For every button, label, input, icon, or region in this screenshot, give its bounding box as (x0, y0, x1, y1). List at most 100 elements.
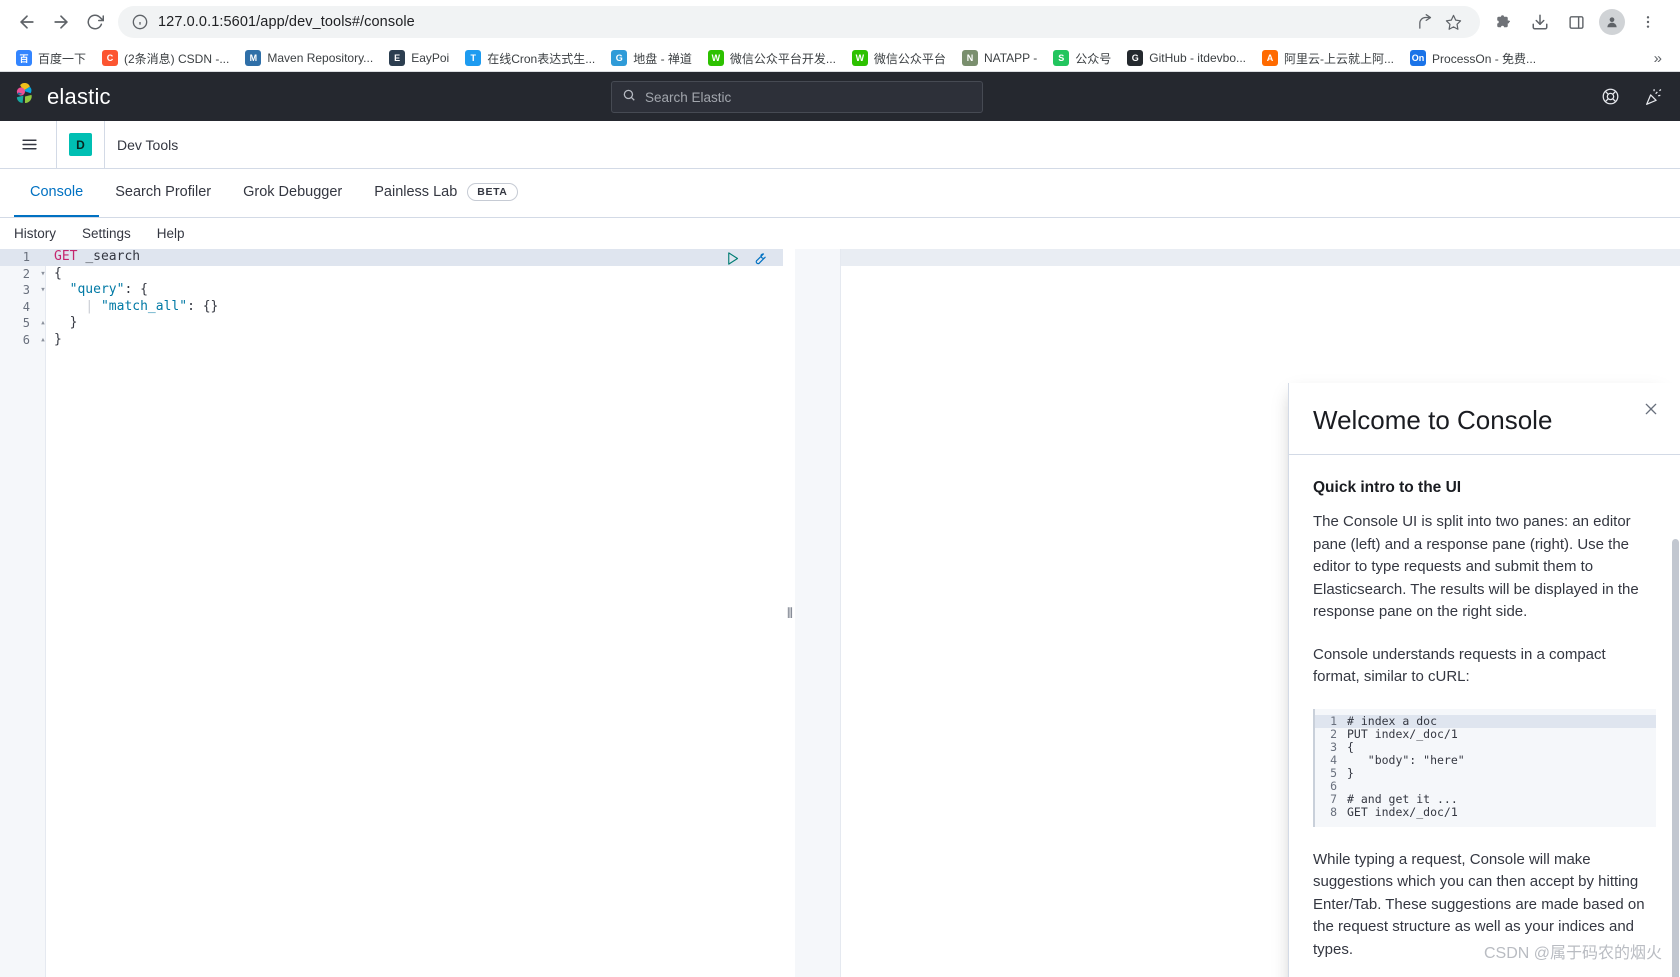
flyout-code-line-text: "body": "here" (1347, 752, 1465, 767)
bookmark-item[interactable]: T 在线Cron表达式生... (457, 47, 603, 70)
bookmark-item[interactable]: N NATAPP - (954, 47, 1045, 69)
bookmark-favicon-icon: On (1410, 50, 1427, 66)
flyout-code-line: 6 (1315, 779, 1656, 793)
flyout-code-line: 2 PUT index/_doc/1 (1315, 727, 1656, 741)
bookmark-favicon-icon: C (102, 50, 119, 66)
flyout-code-line: 3{ (1315, 739, 1656, 754)
tab-grok-debugger[interactable]: Grok Debugger (227, 169, 358, 217)
flyout-code-line-text: { (1347, 739, 1354, 754)
devtools-tabs: Console Search Profiler Grok Debugger Painl… (0, 169, 1680, 218)
announcements-megaphone-icon[interactable] (1644, 87, 1664, 107)
browser-toolbar-actions (1488, 6, 1670, 38)
elastic-logo-icon (12, 81, 38, 112)
tab-label: Grok Debugger (243, 184, 343, 200)
editor-line[interactable]: 1 GET _search (0, 249, 783, 266)
flyout-code-line-number: 7 (1330, 791, 1337, 806)
bookmarks-overflow-button[interactable]: » (1644, 50, 1672, 67)
flyout-code-line: 8 GET index/_doc/1 (1315, 805, 1656, 819)
bookmark-item[interactable]: E EayPoi (381, 47, 457, 69)
request-editor-pane[interactable]: 1 GET _search 2 ▾ {3 ▾ "query": { 4 | "match_a… (0, 249, 783, 977)
console-area: History Settings Help 1 GET _search 2 ▾ {3 ▾ "q… (0, 218, 1680, 977)
editor-line[interactable]: 3 ▾ "query": { (0, 282, 783, 299)
request-editor-code[interactable]: 1 GET _search 2 ▾ {3 ▾ "query": { 4 | "match_a… (0, 249, 783, 348)
app-badge-devtools: D (69, 133, 92, 156)
console-menu-settings[interactable]: Settings (82, 226, 131, 241)
resizer-grip-icon: ⦀ (786, 604, 793, 621)
wrench-options-icon[interactable] (752, 251, 767, 271)
sidepanel-icon[interactable] (1560, 6, 1592, 38)
bookmark-item[interactable]: On ProcessOn - 免费... (1402, 47, 1544, 70)
browser-chrome: 127.0.0.1:5601/app/dev_tools#/console 百 … (0, 0, 1680, 72)
console-menu-help[interactable]: Help (157, 226, 185, 241)
editor-line-text: } (54, 315, 78, 330)
profile-avatar-icon[interactable] (1596, 6, 1628, 38)
editor-line[interactable]: 5 ▴ } (0, 315, 783, 332)
console-menu-history[interactable]: History (14, 226, 56, 241)
downloads-icon[interactable] (1524, 6, 1556, 38)
flyout-code-line-number: 3 (1330, 739, 1337, 754)
editor-fold-toggle[interactable]: ▾ (38, 266, 48, 283)
forward-icon[interactable] (44, 5, 78, 39)
editor-fold-toggle[interactable]: ▴ (38, 332, 48, 349)
bookmark-label: NATAPP - (983, 51, 1038, 65)
search-input[interactable] (645, 89, 972, 105)
bookmark-item[interactable]: G 地盘 - 禅道 (603, 47, 700, 70)
bookmark-item[interactable]: W 微信公众平台开发... (700, 47, 844, 70)
flyout-code-line: 4 "body": "here" (1315, 752, 1656, 767)
extensions-puzzle-icon[interactable] (1488, 6, 1520, 38)
editor-line[interactable]: 2 ▾ { (0, 266, 783, 283)
page-title[interactable]: Dev Tools (117, 137, 178, 153)
bookmark-star-icon[interactable] (1440, 9, 1466, 35)
editor-line[interactable]: 6 ▴} (0, 332, 783, 349)
pane-resizer[interactable]: ⦀ (783, 249, 795, 977)
bookmark-item[interactable]: 百百度一下 (8, 47, 94, 70)
elastic-logo-link[interactable]: elastic (0, 81, 111, 112)
chrome-menu-icon[interactable] (1632, 6, 1664, 38)
bookmark-label: ProcessOn - 免费... (1432, 51, 1537, 66)
search-icon (622, 88, 636, 107)
flyout-code-line: 5} (1315, 766, 1656, 780)
editor-fold-toggle[interactable]: ▴ (38, 315, 48, 332)
help-lifering-icon[interactable] (1601, 87, 1620, 106)
tab-console[interactable]: Console (14, 169, 100, 217)
editor-line-text: "query": { (69, 282, 148, 297)
global-search-bar[interactable] (611, 81, 983, 113)
bookmark-favicon-icon: S (1053, 50, 1070, 66)
bookmark-item[interactable]: C (2条消息) CSDN -... (94, 47, 237, 70)
bookmark-favicon-icon: T (465, 50, 482, 66)
bookmark-label: GitHub - itdevbo... (1149, 51, 1247, 65)
bookmark-favicon-icon: W (707, 50, 724, 66)
bookmark-label: 微信公众平台 (873, 51, 946, 66)
editor-line-number: 3 (22, 283, 30, 297)
close-icon[interactable] (1638, 396, 1664, 422)
csdn-watermark: CSDN @属于码农的烟火 (1483, 945, 1662, 962)
welcome-flyout: Welcome to Console Quick intro to the UI… (1288, 383, 1680, 977)
editor-fold-toggle[interactable]: ▾ (38, 282, 48, 299)
flyout-header: Welcome to Console (1289, 383, 1680, 455)
tab-label: Search Profiler (115, 184, 212, 200)
share-icon[interactable] (1412, 9, 1438, 35)
bookmark-item[interactable]: A 阿里云-上云就上阿... (1254, 47, 1402, 70)
back-icon[interactable] (10, 5, 44, 39)
flyout-scrollbar-thumb[interactable] (1672, 539, 1679, 977)
bookmark-item[interactable]: W 微信公众平台 (844, 47, 954, 70)
bookmark-label: 百度一下 (38, 51, 87, 66)
bookmark-item[interactable]: G GitHub - itdevbo... (1119, 47, 1254, 69)
editor-line-number: 1 (22, 250, 30, 264)
tab-search-profiler[interactable]: Search Profiler (99, 169, 227, 217)
editor-line-text: } (54, 331, 62, 347)
tab-painless-lab[interactable]: Painless Lab BETA (358, 169, 533, 217)
flyout-scrollbar[interactable] (1672, 539, 1679, 977)
bookmark-label: 在线Cron表达式生... (487, 51, 596, 66)
site-info-icon[interactable] (132, 14, 148, 30)
elastic-global-header: elastic (0, 72, 1680, 121)
hamburger-menu-icon[interactable] (14, 130, 44, 160)
bookmark-item[interactable]: S 公众号 (1045, 47, 1119, 70)
bookmark-item[interactable]: M Maven Repository... (237, 47, 381, 69)
reload-icon[interactable] (78, 5, 112, 39)
address-bar[interactable]: 127.0.0.1:5601/app/dev_tools#/console (118, 6, 1480, 38)
editor-line[interactable]: 4 | "match_all": {} (0, 299, 783, 316)
breadcrumb: D Dev Tools (0, 121, 1680, 169)
send-request-play-icon[interactable] (725, 251, 740, 271)
editor-line-number: 4 (22, 299, 30, 314)
